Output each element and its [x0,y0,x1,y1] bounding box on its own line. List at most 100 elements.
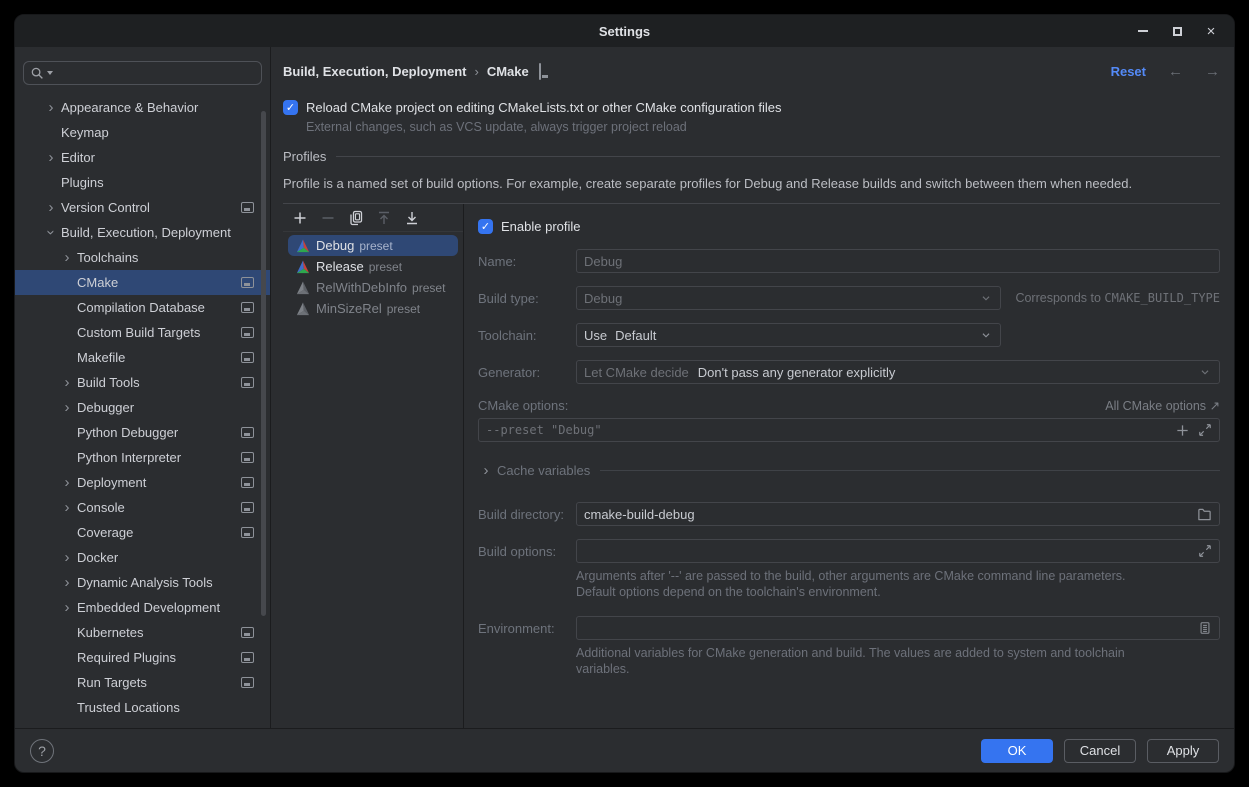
sidebar-item-coverage[interactable]: Coverage [15,520,270,545]
build-directory-field[interactable]: cmake-build-debug [576,502,1220,526]
environment-row: Environment: [478,616,1220,640]
sidebar-scrollbar[interactable] [261,111,266,616]
toolchain-select[interactable]: Use Default [576,323,1001,347]
move-up-button[interactable] [373,207,395,229]
chevron-right-icon: › [59,550,75,565]
profile-item-minsizerel[interactable]: MinSizeRel preset [288,298,458,319]
build-type-row: Build type: Debug Corresponds to CMAKE_B… [478,286,1220,310]
copy-profile-button[interactable] [345,207,367,229]
sidebar-item-dynamic-analysis-tools[interactable]: ›Dynamic Analysis Tools [15,570,270,595]
sidebar-item-appearance-behavior[interactable]: ›Appearance & Behavior [15,95,270,120]
profiles-section-header: Profiles [283,149,1220,164]
sidebar-item-kubernetes[interactable]: Kubernetes [15,620,270,645]
build-options-field[interactable] [576,539,1220,563]
ok-button[interactable]: OK [981,739,1053,763]
all-cmake-options-link[interactable]: All CMake options ↗ [1105,398,1220,413]
generator-select[interactable]: Let CMake decide Don't pass any generato… [576,360,1220,384]
profile-item-relwithdebinfo[interactable]: RelWithDebInfo preset [288,277,458,298]
sidebar-item-python-debugger[interactable]: Python Debugger [15,420,270,445]
check-icon: ✓ [286,101,295,114]
window-controls: × [1130,15,1224,47]
search-input[interactable] [55,66,255,81]
project-settings-icon [241,302,254,313]
sidebar-item-custom-build-targets[interactable]: Custom Build Targets [15,320,270,345]
project-settings-icon [539,63,541,80]
help-button[interactable]: ? [30,739,54,763]
sidebar-item-deployment[interactable]: ›Deployment [15,470,270,495]
sidebar-item-python-interpreter[interactable]: Python Interpreter [15,445,270,470]
back-arrow-icon[interactable]: ← [1168,63,1183,80]
maximize-button[interactable] [1164,18,1190,44]
breadcrumb: Build, Execution, Deployment › CMake Res… [283,60,1220,82]
sidebar-item-build-tools[interactable]: ›Build Tools [15,370,270,395]
chevron-right-icon: › [59,375,75,390]
cache-variables-toggle[interactable]: › Cache variables [478,463,1220,478]
expand-field-button[interactable] [1198,544,1212,558]
sidebar-item-cmake[interactable]: CMake [15,270,270,295]
environment-variables-button[interactable] [1198,621,1212,635]
maximize-icon [1173,27,1182,36]
close-icon: × [1207,24,1216,39]
build-options-label: Build options: [478,544,576,559]
profile-list: Debug preset Release preset [283,232,463,319]
sidebar-item-docker[interactable]: ›Docker [15,545,270,570]
profile-item-debug[interactable]: Debug preset [288,235,458,256]
chevron-right-icon: › [59,475,75,490]
help-icon: ? [38,743,46,759]
profile-item-release[interactable]: Release preset [288,256,458,277]
chevron-right-icon: › [43,200,59,215]
remove-profile-button[interactable] [317,207,339,229]
name-field[interactable]: Debug [576,249,1220,273]
minimize-button[interactable] [1130,18,1156,44]
variables-list-icon [1198,621,1212,635]
sidebar-item-toolchains[interactable]: ›Toolchains [15,245,270,270]
sidebar-item-makefile[interactable]: Makefile [15,345,270,370]
forward-arrow-icon[interactable]: → [1205,63,1220,80]
search-box[interactable] [23,61,262,85]
cmake-icon-disabled [296,281,310,295]
sidebar-item-build-execution-deployment[interactable]: ›Build, Execution, Deployment [15,220,270,245]
sidebar-item-keymap[interactable]: Keymap [15,120,270,145]
add-profile-button[interactable] [289,207,311,229]
generator-label: Generator: [478,365,576,380]
browse-folder-button[interactable] [1197,507,1212,522]
breadcrumb-parent[interactable]: Build, Execution, Deployment [283,64,466,79]
project-settings-icon [241,277,254,288]
cancel-button[interactable]: Cancel [1064,739,1136,763]
project-settings-icon [241,377,254,388]
sidebar-item-compilation-database[interactable]: Compilation Database [15,295,270,320]
project-settings-icon [241,427,254,438]
copy-icon [348,210,364,226]
apply-button[interactable]: Apply [1147,739,1219,763]
close-button[interactable]: × [1198,18,1224,44]
expand-field-button[interactable] [1198,423,1212,437]
toolchain-label: Toolchain: [478,328,576,343]
project-settings-icon [241,352,254,363]
reload-cmake-checkbox-row: ✓ Reload CMake project on editing CMakeL… [283,100,1220,115]
breadcrumb-current: CMake [487,64,529,79]
sidebar-item-console[interactable]: ›Console [15,495,270,520]
sidebar-item-run-targets[interactable]: Run Targets [15,670,270,695]
environment-label: Environment: [478,621,576,636]
sidebar-item-required-plugins[interactable]: Required Plugins [15,645,270,670]
build-type-select[interactable]: Debug [576,286,1001,310]
reset-link[interactable]: Reset [1111,64,1146,79]
generator-row: Generator: Let CMake decide Don't pass a… [478,360,1220,384]
sidebar-item-embedded-development[interactable]: ›Embedded Development [15,595,270,620]
toolchain-row: Toolchain: Use Default [478,323,1220,347]
sidebar-item-trusted-locations[interactable]: Trusted Locations [15,695,270,720]
project-settings-icon [241,502,254,513]
reload-cmake-checkbox[interactable]: ✓ [283,100,298,115]
add-option-button[interactable] [1175,423,1190,438]
environment-field[interactable] [576,616,1220,640]
sidebar-item-version-control[interactable]: ›Version Control [15,195,270,220]
sidebar-item-editor[interactable]: ›Editor [15,145,270,170]
sidebar-item-plugins[interactable]: Plugins [15,170,270,195]
move-down-button[interactable] [401,207,423,229]
project-settings-icon [241,452,254,463]
cmake-options-field[interactable]: --preset "Debug" [478,418,1220,442]
enable-profile-checkbox[interactable]: ✓ [478,219,493,234]
chevron-down-icon: › [44,225,59,241]
sidebar-item-debugger[interactable]: ›Debugger [15,395,270,420]
profiles-description: Profile is a named set of build options.… [283,176,1220,191]
